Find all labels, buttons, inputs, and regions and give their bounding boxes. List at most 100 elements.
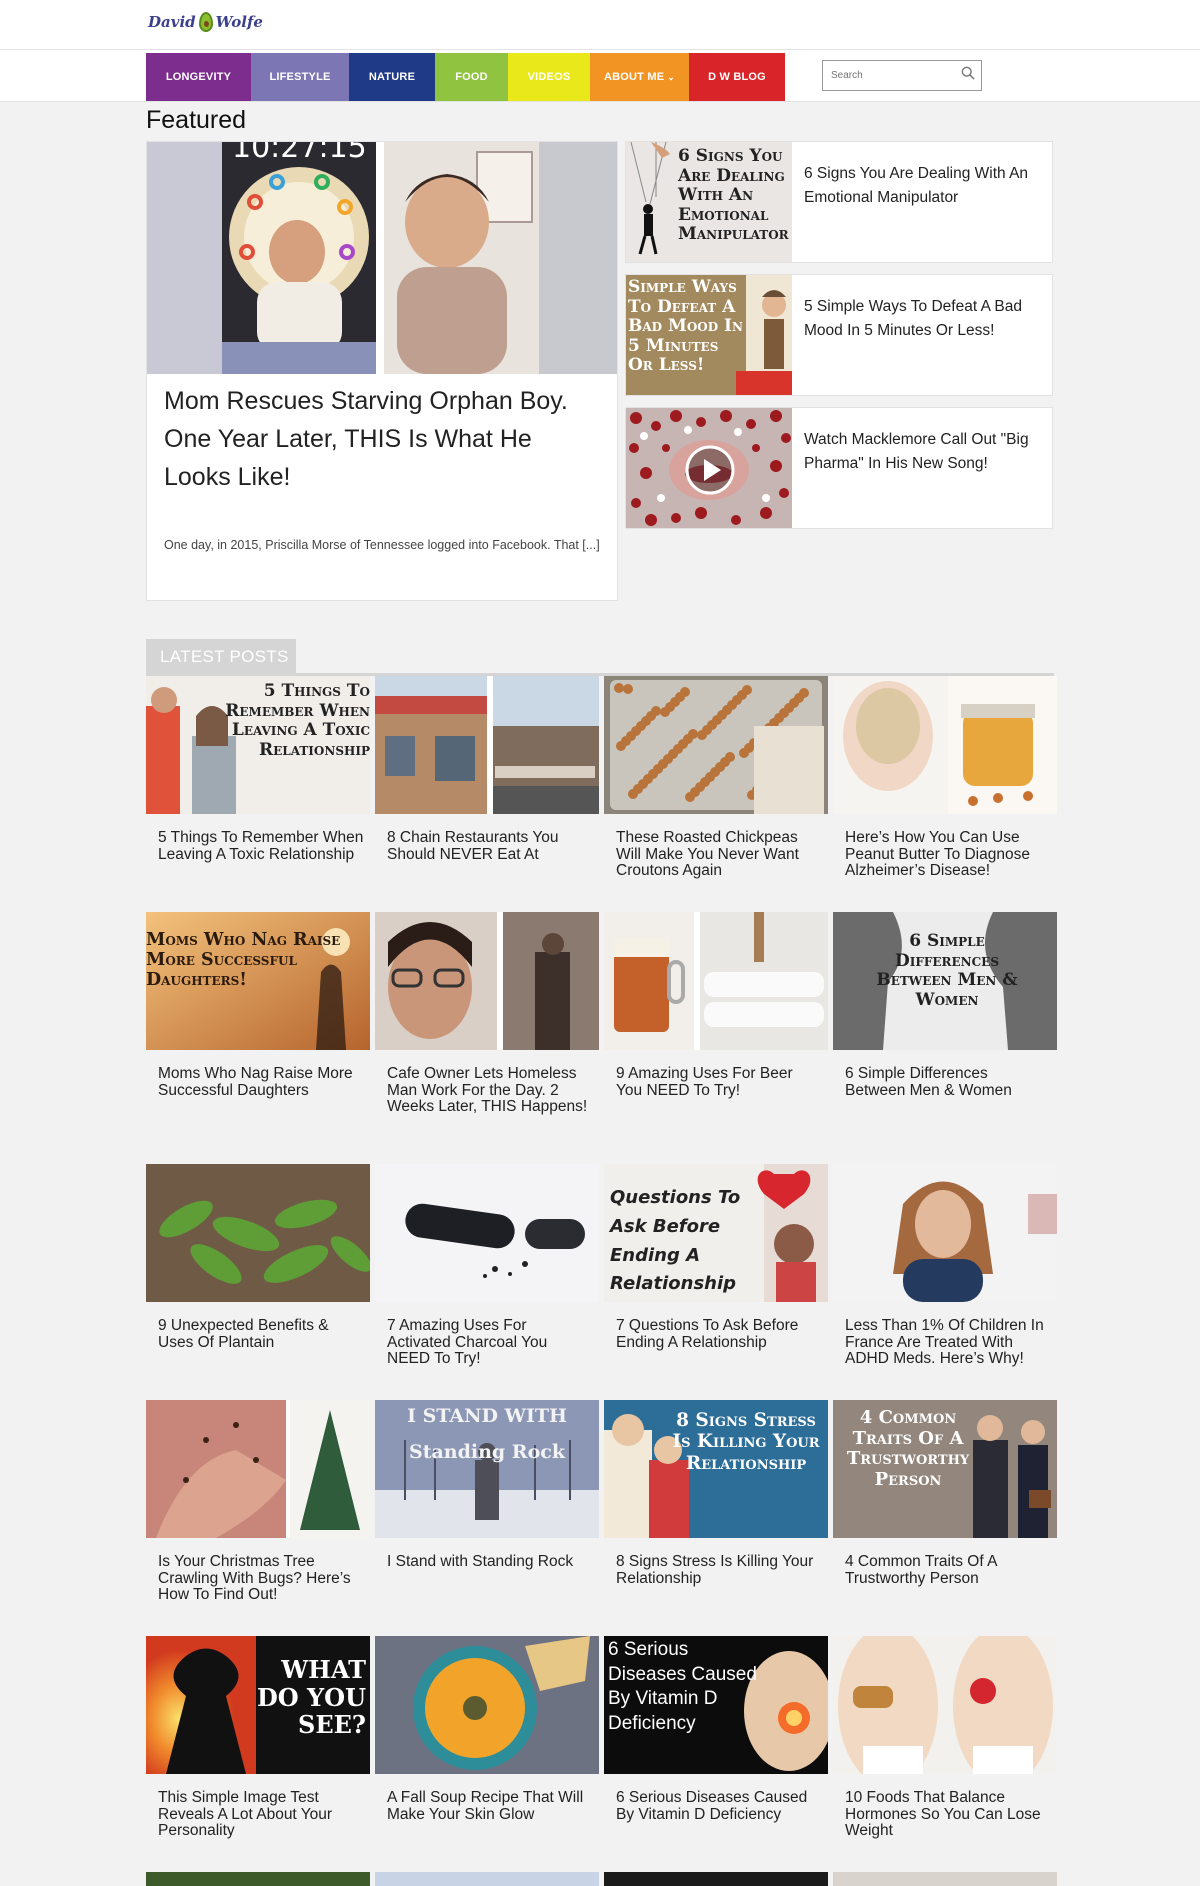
latest-post-card[interactable]: Questions To Ask Before Ending A Relatio… bbox=[604, 1164, 828, 1351]
search-box[interactable] bbox=[822, 60, 982, 91]
search-input[interactable] bbox=[823, 61, 943, 90]
latest-post-thumbnail-partial[interactable] bbox=[604, 1872, 828, 1886]
latest-post-title[interactable]: 6 Simple Differences Between Men & Women bbox=[833, 1065, 1057, 1099]
latest-post-thumbnail-partial[interactable] bbox=[146, 1872, 370, 1886]
featured-image-timestamp: 10:27:15 bbox=[232, 142, 367, 165]
nav-item-d-w-blog[interactable]: D W BLOG bbox=[689, 53, 785, 101]
featured-main-headline[interactable]: Mom Rescues Starving Orphan Boy. One Yea… bbox=[164, 382, 604, 496]
latest-post-card[interactable]: Cafe Owner Lets Homeless Man Work For th… bbox=[375, 912, 599, 1116]
latest-post-title[interactable]: 9 Unexpected Benefits & Uses Of Plantain bbox=[146, 1317, 370, 1351]
latest-post-thumbnail[interactable]: Moms Who Nag Raise More Successful Daugh… bbox=[146, 912, 370, 1050]
latest-post-thumbnail[interactable]: 6 Simple Differences Between Men & Women bbox=[833, 912, 1057, 1050]
latest-post-card[interactable]: I STAND WITH Standing Rock I Stand with S… bbox=[375, 1400, 599, 1571]
latest-post-thumbnail[interactable] bbox=[146, 1164, 370, 1302]
latest-post-thumbnail[interactable] bbox=[375, 1636, 599, 1774]
main-nav: LONGEVITY LIFESTYLE NATURE FOOD VIDEOS ABOUT … bbox=[146, 53, 785, 101]
latest-post-title[interactable]: I Stand with Standing Rock bbox=[375, 1553, 599, 1571]
latest-post-card[interactable]: 7 Amazing Uses For Activated Charcoal Yo… bbox=[375, 1164, 599, 1368]
latest-post-thumbnail[interactable] bbox=[833, 676, 1057, 814]
post-thumbnail-art bbox=[604, 676, 828, 814]
nav-item-label: LONGEVITY bbox=[165, 71, 232, 83]
site-logo[interactable]: David Wolfe bbox=[148, 12, 263, 32]
latest-post-title[interactable]: A Fall Soup Recipe That Will Make Your S… bbox=[375, 1789, 599, 1823]
latest-post-title[interactable]: 8 Chain Restaurants You Should NEVER Eat… bbox=[375, 829, 599, 863]
latest-post-thumbnail-partial[interactable] bbox=[833, 1872, 1057, 1886]
latest-post-thumbnail[interactable]: 8 Signs Stress Is Killing Your Relations… bbox=[604, 1400, 828, 1538]
nav-item-label: D W BLOG bbox=[708, 71, 766, 83]
latest-post-title[interactable]: Cafe Owner Lets Homeless Man Work For th… bbox=[375, 1065, 599, 1116]
post-thumbnail-art bbox=[833, 1636, 1057, 1774]
nav-item-label: NATURE bbox=[368, 71, 416, 83]
featured-side-card-3[interactable]: Watch Macklemore Call Out "Big Pharma" I… bbox=[625, 407, 1053, 529]
latest-post-thumbnail[interactable] bbox=[833, 1636, 1057, 1774]
latest-post-thumbnail[interactable]: WHAT DO YOU SEE? bbox=[146, 1636, 370, 1774]
post-thumbnail-art bbox=[833, 676, 1057, 814]
featured-main-image[interactable]: 10:27:15 bbox=[147, 142, 617, 374]
latest-post-card[interactable]: 6 Serious Diseases Caused By Vitamin D D… bbox=[604, 1636, 828, 1823]
latest-post-card[interactable]: WHAT DO YOU SEE? This Simple Image Test R… bbox=[146, 1636, 370, 1840]
featured-side-thumb-1[interactable]: 6 Signs You Are Dealing With An Emotiona… bbox=[626, 142, 792, 262]
featured-side-title-2[interactable]: 5 Simple Ways To Defeat A Bad Mood In 5 … bbox=[804, 295, 1044, 343]
latest-post-title[interactable]: 9 Amazing Uses For Beer You NEED To Try! bbox=[604, 1065, 828, 1099]
latest-post-thumbnail-partial[interactable] bbox=[375, 1872, 599, 1886]
latest-post-title[interactable]: 4 Common Traits Of A Trustworthy Person bbox=[833, 1553, 1057, 1587]
latest-post-card[interactable]: Is Your Christmas Tree Crawling With Bug… bbox=[146, 1400, 370, 1604]
latest-post-thumbnail[interactable] bbox=[146, 1400, 370, 1538]
post-thumbnail-art bbox=[375, 912, 599, 1050]
latest-post-thumbnail[interactable] bbox=[375, 676, 599, 814]
latest-post-title[interactable]: Less Than 1% Of Children In France Are T… bbox=[833, 1317, 1057, 1368]
latest-post-thumbnail[interactable]: 5 Things To Remember When Leaving A Toxi… bbox=[146, 676, 370, 814]
latest-post-card[interactable]: These Roasted Chickpeas Will Make You Ne… bbox=[604, 676, 828, 880]
nav-item-videos[interactable]: VIDEOS bbox=[508, 53, 590, 101]
play-icon[interactable] bbox=[684, 444, 736, 496]
featured-side-card-2[interactable]: Simple Ways To Defeat A Bad Mood In 5 Mi… bbox=[625, 274, 1053, 396]
latest-post-card[interactable]: 9 Unexpected Benefits & Uses Of Plantain bbox=[146, 1164, 370, 1351]
avocado-logo-icon bbox=[198, 12, 213, 32]
latest-post-title[interactable]: Here’s How You Can Use Peanut Butter To … bbox=[833, 829, 1057, 880]
latest-post-card[interactable]: Less Than 1% Of Children In France Are T… bbox=[833, 1164, 1057, 1368]
featured-side-card-1[interactable]: 6 Signs You Are Dealing With An Emotiona… bbox=[625, 141, 1053, 263]
latest-post-thumbnail[interactable]: 6 Serious Diseases Caused By Vitamin D D… bbox=[604, 1636, 828, 1774]
nav-item-about-me[interactable]: ABOUT ME ⌄ bbox=[590, 53, 689, 101]
latest-post-card[interactable]: 5 Things To Remember When Leaving A Toxi… bbox=[146, 676, 370, 863]
latest-post-title[interactable]: 10 Foods That Balance Hormones So You Ca… bbox=[833, 1789, 1057, 1840]
thumbnail-overlay-text: Moms Who Nag Raise More Successful Daugh… bbox=[146, 930, 341, 991]
featured-side-thumb-2[interactable]: Simple Ways To Defeat A Bad Mood In 5 Mi… bbox=[626, 275, 792, 395]
latest-post-title[interactable]: 6 Serious Diseases Caused By Vitamin D D… bbox=[604, 1789, 828, 1823]
latest-post-card[interactable]: 6 Simple Differences Between Men & Women… bbox=[833, 912, 1057, 1099]
latest-post-title[interactable]: 7 Amazing Uses For Activated Charcoal Yo… bbox=[375, 1317, 599, 1368]
latest-post-thumbnail[interactable] bbox=[604, 676, 828, 814]
featured-side-thumb-3[interactable] bbox=[626, 408, 792, 528]
latest-post-card[interactable]: Here’s How You Can Use Peanut Butter To … bbox=[833, 676, 1057, 880]
post-thumbnail-art bbox=[604, 912, 828, 1050]
featured-main-card[interactable]: 10:27:15 Mom Rescues Starving Orphan Boy… bbox=[146, 141, 618, 601]
latest-post-card[interactable]: 8 Chain Restaurants You Should NEVER Eat… bbox=[375, 676, 599, 863]
featured-side-title-1[interactable]: 6 Signs You Are Dealing With An Emotiona… bbox=[804, 162, 1044, 210]
nav-item-lifestyle[interactable]: LIFESTYLE bbox=[251, 53, 349, 101]
latest-post-title[interactable]: These Roasted Chickpeas Will Make You Ne… bbox=[604, 829, 828, 880]
latest-post-title[interactable]: Is Your Christmas Tree Crawling With Bug… bbox=[146, 1553, 370, 1604]
latest-post-thumbnail[interactable] bbox=[604, 912, 828, 1050]
latest-post-card[interactable]: 9 Amazing Uses For Beer You NEED To Try! bbox=[604, 912, 828, 1099]
latest-post-card[interactable]: 4 Common Traits Of A Trustworthy Person 4… bbox=[833, 1400, 1057, 1587]
latest-post-thumbnail[interactable] bbox=[375, 1164, 599, 1302]
latest-post-card[interactable]: 10 Foods That Balance Hormones So You Ca… bbox=[833, 1636, 1057, 1840]
nav-item-longevity[interactable]: LONGEVITY bbox=[146, 53, 251, 101]
latest-post-thumbnail[interactable]: Questions To Ask Before Ending A Relatio… bbox=[604, 1164, 828, 1302]
latest-post-card[interactable]: A Fall Soup Recipe That Will Make Your S… bbox=[375, 1636, 599, 1823]
latest-post-thumbnail[interactable] bbox=[833, 1164, 1057, 1302]
latest-post-thumbnail[interactable]: I STAND WITH Standing Rock bbox=[375, 1400, 599, 1538]
latest-post-title[interactable]: This Simple Image Test Reveals A Lot Abo… bbox=[146, 1789, 370, 1840]
latest-post-title[interactable]: 8 Signs Stress Is Killing Your Relations… bbox=[604, 1553, 828, 1587]
search-icon[interactable] bbox=[961, 66, 975, 80]
latest-post-title[interactable]: 7 Questions To Ask Before Ending A Relat… bbox=[604, 1317, 828, 1351]
nav-item-food[interactable]: FOOD bbox=[435, 53, 508, 101]
latest-post-thumbnail[interactable]: 4 Common Traits Of A Trustworthy Person bbox=[833, 1400, 1057, 1538]
latest-post-title[interactable]: 5 Things To Remember When Leaving A Toxi… bbox=[146, 829, 370, 863]
latest-post-thumbnail[interactable] bbox=[375, 912, 599, 1050]
featured-side-title-3[interactable]: Watch Macklemore Call Out "Big Pharma" I… bbox=[804, 428, 1044, 476]
latest-post-card[interactable]: Moms Who Nag Raise More Successful Daugh… bbox=[146, 912, 370, 1099]
nav-item-nature[interactable]: NATURE bbox=[349, 53, 435, 101]
latest-post-card[interactable]: 8 Signs Stress Is Killing Your Relations… bbox=[604, 1400, 828, 1587]
latest-post-title[interactable]: Moms Who Nag Raise More Successful Daugh… bbox=[146, 1065, 370, 1099]
